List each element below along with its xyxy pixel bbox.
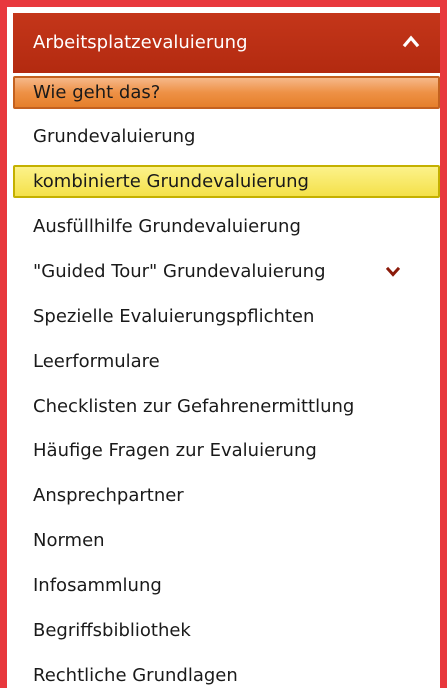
menu-item-infosammlung[interactable]: Infosammlung [13,569,440,602]
menu-item-label: Infosammlung [33,575,162,596]
menu-item-label: Wie geht das? [33,82,161,103]
menu-item-checklisten[interactable]: Checklisten zur Gefahrenermittlung [13,390,440,423]
menu-item-label: Rechtliche Grundlagen [33,665,238,686]
menu-item-grundevaluierung[interactable]: Grundevaluierung [13,120,440,153]
menu-item-label: Spezielle Evaluierungspflichten [33,306,315,327]
menu-item-wie-geht-das[interactable]: Wie geht das? [13,76,440,109]
menu-item-label: Häufige Fragen zur Evaluierung [33,440,317,461]
menu-item-guided-tour[interactable]: "Guided Tour" Grundevaluierung [13,255,440,288]
menu-item-begriffsbibliothek[interactable]: Begriffsbibliothek [13,614,440,647]
menu-item-label: Leerformulare [33,351,160,372]
menu-item-label: Normen [33,530,105,551]
menu-item-leerformulare[interactable]: Leerformulare [13,345,440,378]
menu-item-label: Begriffsbibliothek [33,620,191,641]
menu-item-ansprechpartner[interactable]: Ansprechpartner [13,479,440,512]
menu-header[interactable]: Arbeitsplatzevaluierung [13,13,440,73]
chevron-down-icon[interactable] [386,266,400,278]
menu-item-label: Ansprechpartner [33,485,184,506]
menu-item-label: "Guided Tour" Grundevaluierung [33,261,326,282]
menu-item-ausfuellhilfe[interactable]: Ausfüllhilfe Grundevaluierung [13,210,440,243]
chevron-up-icon[interactable] [402,33,420,51]
menu-header-title: Arbeitsplatzevaluierung [33,32,248,53]
menu-item-normen[interactable]: Normen [13,524,440,557]
menu-item-label: Checklisten zur Gefahrenermittlung [33,396,355,417]
menu-item-label: kombinierte Grundevaluierung [33,171,309,192]
menu-item-spezielle-evaluierungspflichten[interactable]: Spezielle Evaluierungspflichten [13,300,440,333]
menu-item-kombinierte-grundevaluierung[interactable]: kombinierte Grundevaluierung [13,165,440,198]
menu-item-haeufige-fragen[interactable]: Häufige Fragen zur Evaluierung [13,434,440,467]
menu-item-label: Ausfüllhilfe Grundevaluierung [33,216,301,237]
menu-item-label: Grundevaluierung [33,126,196,147]
menu-item-rechtliche-grundlagen[interactable]: Rechtliche Grundlagen [13,659,440,692]
